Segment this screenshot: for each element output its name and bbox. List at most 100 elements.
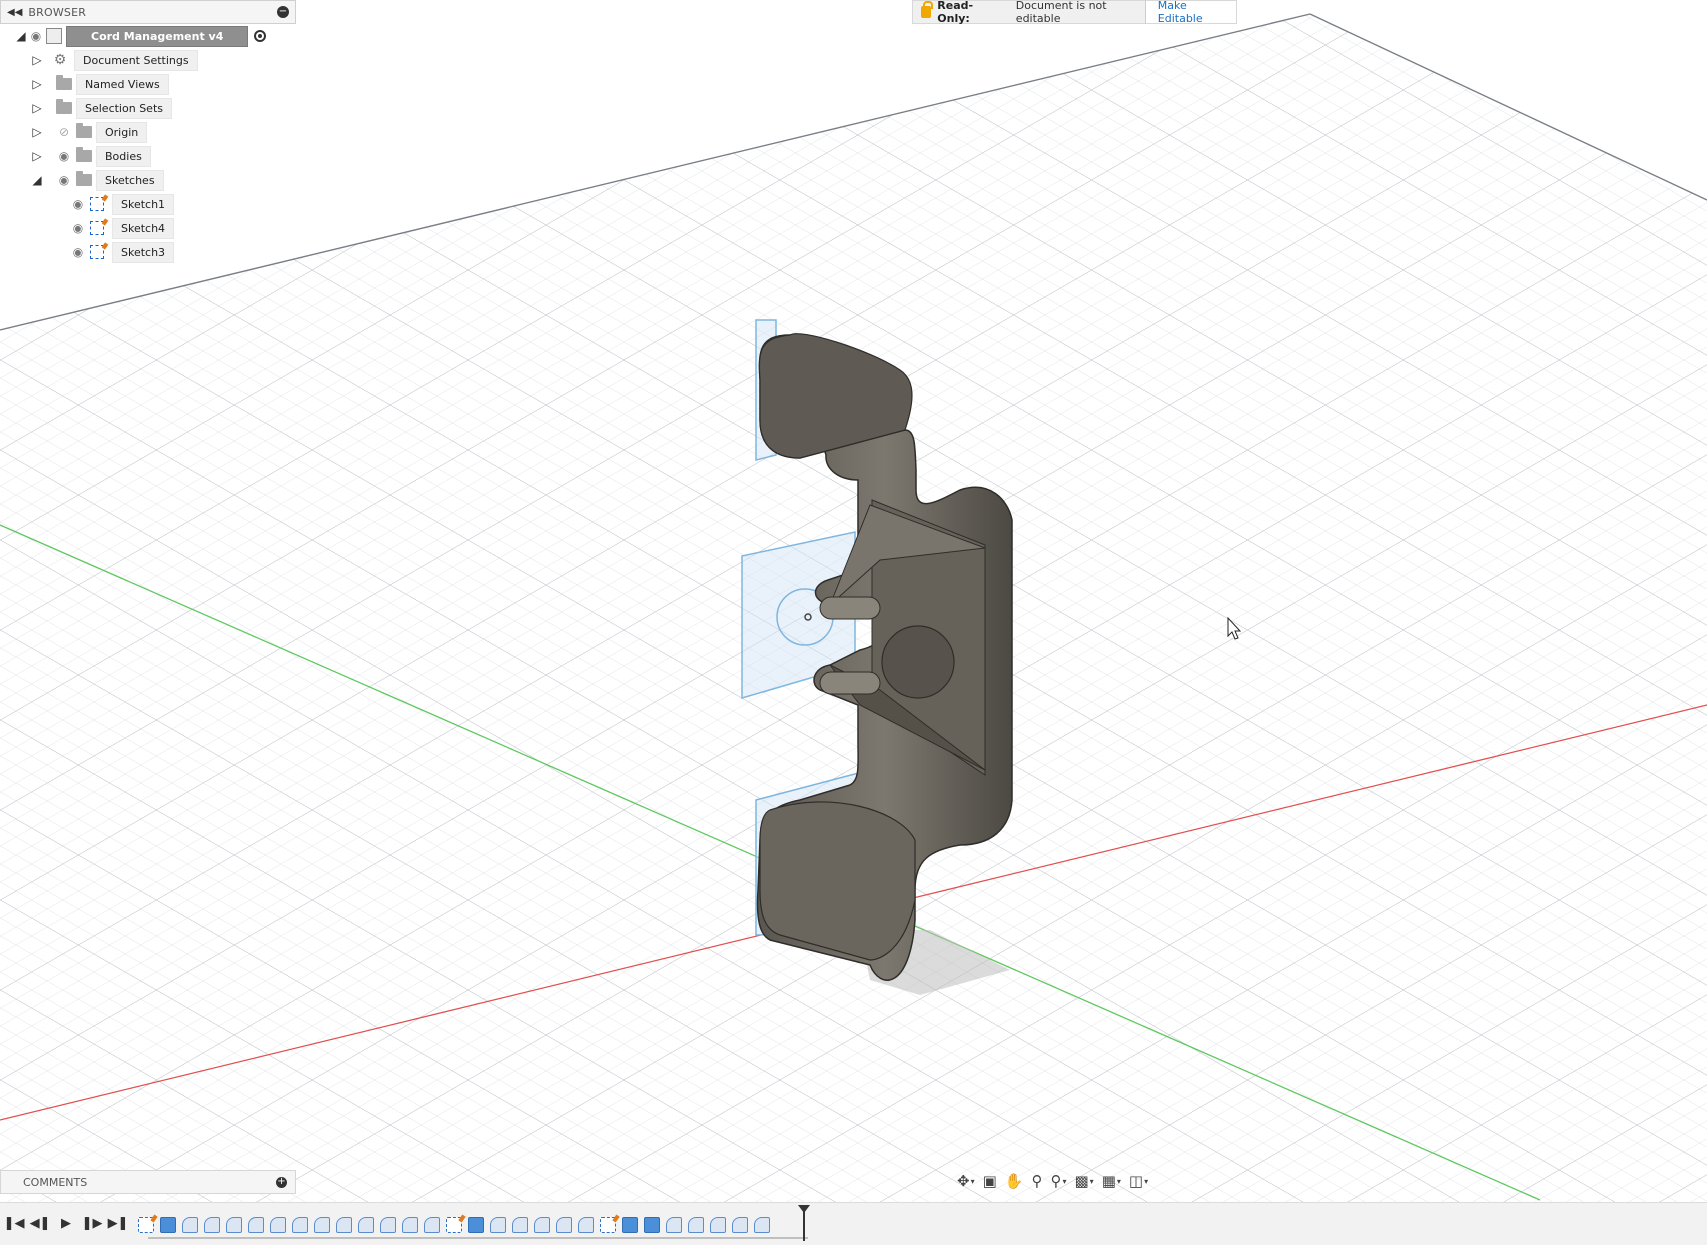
timeline-feature-fillet-icon[interactable] [248, 1217, 264, 1233]
visibility-eye-icon[interactable]: ◉ [70, 197, 86, 211]
sketch-icon [90, 221, 104, 235]
timeline-feature-fillet-icon[interactable] [402, 1217, 418, 1233]
timeline-track [148, 1237, 808, 1239]
document-icon [46, 28, 62, 44]
timeline-feature-fillet-icon[interactable] [512, 1217, 528, 1233]
collapse-panel-icon[interactable]: ◀◀ [7, 7, 22, 18]
timeline-feature-sketch-icon[interactable] [446, 1217, 462, 1233]
timeline-feature-extrude-icon[interactable] [644, 1217, 660, 1233]
timeline-feature-fillet-icon[interactable] [490, 1217, 506, 1233]
folder-icon [56, 99, 72, 114]
tree-item-sketch4[interactable]: ◉ Sketch4 [0, 216, 296, 240]
timeline-feature-fillet-icon[interactable] [314, 1217, 330, 1233]
visibility-eye-icon[interactable]: ◉ [28, 29, 44, 43]
timeline-feature-fillet-icon[interactable] [182, 1217, 198, 1233]
tree-item-label: Selection Sets [76, 97, 172, 119]
timeline-feature-extrude-icon[interactable] [160, 1217, 176, 1233]
tree-item-label: Sketch4 [112, 217, 175, 239]
folder-icon [56, 75, 72, 90]
look-at-icon[interactable]: ▣ [981, 1171, 999, 1191]
sketch-icon [90, 245, 104, 259]
timeline-feature-fillet-icon[interactable] [754, 1217, 770, 1233]
playback-controls: ❚◀ ◀❚ ▶ ❚▶ ▶❚ [4, 1213, 129, 1233]
viewports-icon[interactable]: ◫ ▾ [1127, 1171, 1150, 1191]
visibility-eye-icon[interactable]: ◉ [56, 173, 72, 187]
gear-icon: ⚙ [53, 52, 67, 68]
timeline-feature-fillet-icon[interactable] [358, 1217, 374, 1233]
comments-panel: COMMENTS + [0, 1170, 296, 1194]
tree-item-origin[interactable]: ▷ ⊘ Origin [0, 120, 296, 144]
timeline-feature-fillet-icon[interactable] [336, 1217, 352, 1233]
read-only-label: Read-Only: [937, 0, 974, 25]
step-back-icon[interactable]: ◀❚ [30, 1213, 51, 1233]
visibility-eye-icon[interactable]: ◉ [70, 221, 86, 235]
pan-icon[interactable]: ✋ [1003, 1171, 1026, 1191]
expand-triangle-icon[interactable]: ▷ [30, 77, 44, 91]
folder-icon [76, 123, 92, 138]
timeline-feature-fillet-icon[interactable] [270, 1217, 286, 1233]
go-to-end-icon[interactable]: ▶❚ [108, 1213, 129, 1233]
navigation-toolbar: ✥ ▾ ▣ ✋ ⚲ ⚲ ▾ ▩ ▾ ▦ ▾ ◫ ▾ [955, 1168, 1195, 1194]
tree-item-sketch1[interactable]: ◉ Sketch1 [0, 192, 296, 216]
timeline-feature-extrude-icon[interactable] [622, 1217, 638, 1233]
timeline-feature-fillet-icon[interactable] [380, 1217, 396, 1233]
display-settings-icon[interactable]: ▩ ▾ [1072, 1171, 1095, 1191]
timeline-feature-extrude-icon[interactable] [468, 1217, 484, 1233]
timeline-feature-fillet-icon[interactable] [534, 1217, 550, 1233]
tree-root-document[interactable]: ◢ ◉ Cord Management v4 [0, 24, 296, 48]
make-editable-button[interactable]: Make Editable [1145, 0, 1236, 25]
tree-item-label: Bodies [96, 145, 151, 167]
orbit-icon[interactable]: ✥ ▾ [955, 1171, 977, 1191]
visibility-eye-icon[interactable]: ◉ [70, 245, 86, 259]
timeline-feature-fillet-icon[interactable] [710, 1217, 726, 1233]
timeline-feature-fillet-icon[interactable] [666, 1217, 682, 1233]
zoom-icon[interactable]: ⚲ [1029, 1171, 1044, 1191]
visibility-hidden-icon[interactable]: ⊘ [56, 125, 72, 139]
timeline-feature-fillet-icon[interactable] [688, 1217, 704, 1233]
folder-icon [76, 171, 92, 186]
timeline-feature-fillet-icon[interactable] [732, 1217, 748, 1233]
lock-icon [921, 1, 934, 18]
add-comment-button[interactable]: + [276, 1176, 287, 1188]
timeline-feature-sketch-icon[interactable] [138, 1217, 154, 1233]
expand-triangle-icon[interactable]: ▷ [30, 53, 44, 67]
zoom-window-icon[interactable]: ⚲ ▾ [1048, 1171, 1068, 1191]
go-to-start-icon[interactable]: ❚◀ [4, 1213, 25, 1233]
tree-item-sketch3[interactable]: ◉ Sketch3 [0, 240, 296, 264]
expand-triangle-icon[interactable]: ▷ [30, 149, 44, 163]
timeline-marker[interactable] [798, 1205, 810, 1241]
timeline-feature-fillet-icon[interactable] [292, 1217, 308, 1233]
expand-triangle-icon[interactable]: ▷ [30, 101, 44, 115]
visibility-eye-icon[interactable]: ◉ [56, 149, 72, 163]
timeline-feature-sketch-icon[interactable] [600, 1217, 616, 1233]
activate-target-icon[interactable] [254, 30, 267, 42]
tree-item-sketches[interactable]: ◢ ◉ Sketches [0, 168, 296, 192]
timeline-feature-fillet-icon[interactable] [578, 1217, 594, 1233]
timeline-bar: ❚◀ ◀❚ ▶ ❚▶ ▶❚ [0, 1202, 1707, 1245]
read-only-banner: Read-Only: Document is not editable Make… [912, 0, 1237, 25]
comments-title: COMMENTS [23, 1175, 88, 1189]
collapse-triangle-icon[interactable]: ◢ [14, 29, 28, 43]
tree-item-label: Document Settings [74, 49, 198, 71]
timeline-feature-fillet-icon[interactable] [556, 1217, 572, 1233]
collapse-triangle-icon[interactable]: ◢ [30, 173, 44, 187]
tree-item-label: Sketch3 [112, 241, 175, 263]
timeline-feature-fillet-icon[interactable] [204, 1217, 220, 1233]
tree-item-document-settings[interactable]: ▷ ⚙ Document Settings [0, 48, 296, 72]
timeline-feature-fillet-icon[interactable] [424, 1217, 440, 1233]
minimize-panel-button[interactable]: − [277, 6, 289, 18]
tree-item-label: Named Views [76, 73, 169, 95]
timeline-feature-fillet-icon[interactable] [226, 1217, 242, 1233]
tree-item-label: Sketch1 [112, 193, 175, 215]
tree-item-label: Sketches [96, 169, 164, 191]
tree-item-bodies[interactable]: ▷ ◉ Bodies [0, 144, 296, 168]
play-icon[interactable]: ▶ [56, 1213, 76, 1233]
browser-header: ◀◀ BROWSER − [0, 0, 296, 24]
tree-item-named-views[interactable]: ▷ Named Views [0, 72, 296, 96]
tree-item-selection-sets[interactable]: ▷ Selection Sets [0, 96, 296, 120]
document-name[interactable]: Cord Management v4 [66, 25, 249, 47]
expand-triangle-icon[interactable]: ▷ [30, 125, 44, 139]
folder-icon [76, 147, 92, 162]
grid-icon[interactable]: ▦ ▾ [1100, 1171, 1123, 1191]
step-forward-icon[interactable]: ❚▶ [82, 1213, 103, 1233]
